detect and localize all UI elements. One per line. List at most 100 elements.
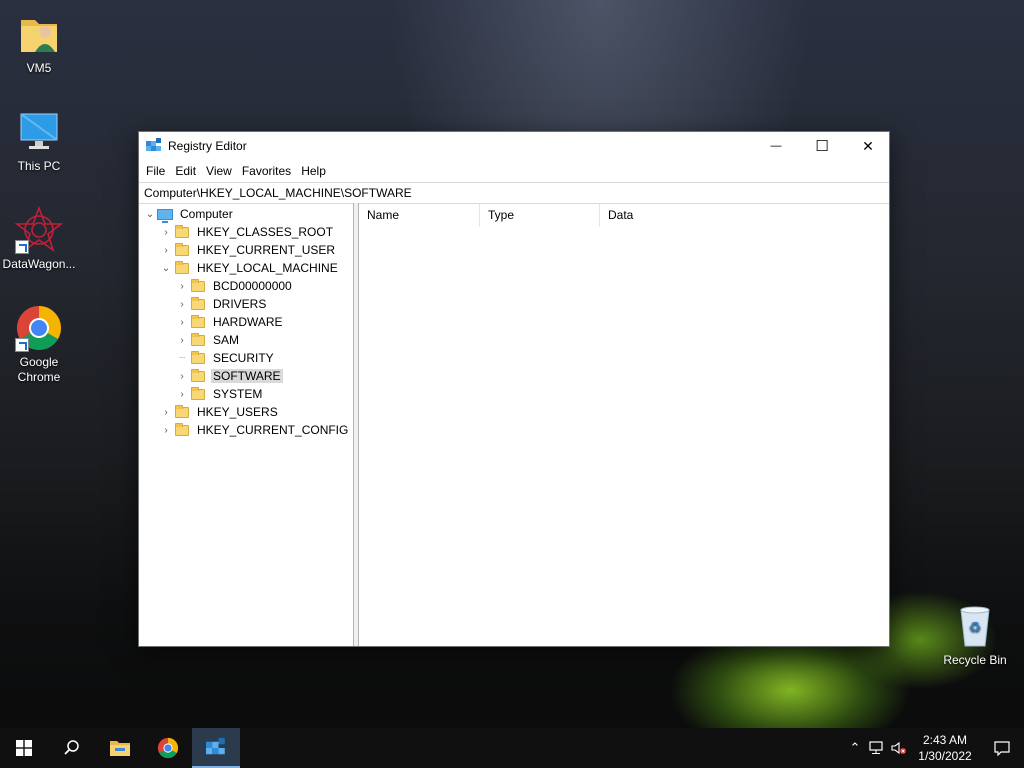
- column-header-type[interactable]: Type: [480, 203, 600, 227]
- minimize-icon: —: [770, 140, 782, 152]
- desktop-icon-datawagon[interactable]: DataWagon...: [0, 205, 78, 272]
- search-icon: [64, 740, 79, 755]
- tree-item-sam[interactable]: › SAM: [139, 331, 353, 349]
- close-icon: ✕: [862, 137, 874, 154]
- clock-time: 2:43 AM: [922, 733, 968, 747]
- maximize-button[interactable]: ☐: [799, 132, 845, 160]
- tree-connector-line: ┈: [178, 352, 186, 364]
- datawagon-logo-icon: [14, 205, 64, 254]
- registry-editor-icon: [146, 138, 162, 154]
- tree-item-label: HARDWARE: [213, 315, 283, 329]
- tree-item-system[interactable]: › SYSTEM: [139, 385, 353, 403]
- tree-item-drivers[interactable]: › DRIVERS: [139, 295, 353, 313]
- tree-item-label: SYSTEM: [213, 387, 263, 401]
- tree-item-hkey-current-config[interactable]: › HKEY_CURRENT_CONFIG: [139, 421, 353, 439]
- folder-icon: [191, 314, 205, 328]
- tree-item-label: HKEY_CLASSES_ROOT: [197, 225, 334, 239]
- user-folder-icon: [15, 10, 63, 58]
- taskbar-file-explorer[interactable]: [96, 728, 144, 768]
- shortcut-arrow-icon: [15, 338, 29, 352]
- folder-icon: [191, 278, 205, 292]
- start-button[interactable]: [0, 728, 48, 768]
- menu-bar: File Edit View Favorites Help: [139, 160, 889, 182]
- folder-icon: [175, 404, 189, 418]
- values-list[interactable]: Name Type Data: [358, 203, 889, 646]
- chevron-right-icon[interactable]: ›: [177, 313, 187, 331]
- chevron-right-icon[interactable]: ›: [177, 385, 187, 403]
- desktop-icon-recycle-bin[interactable]: ♻ Recycle Bin: [936, 602, 1014, 668]
- chrome-icon: [157, 737, 179, 759]
- folder-icon: [191, 332, 205, 346]
- svg-text:♻: ♻: [969, 619, 982, 635]
- file-explorer-icon: [110, 741, 130, 756]
- taskbar-chrome[interactable]: [144, 728, 192, 768]
- minimize-button[interactable]: —: [753, 132, 799, 160]
- folder-icon: [175, 224, 189, 238]
- tree-item-hkey-classes-root[interactable]: › HKEY_CLASSES_ROOT: [139, 223, 353, 241]
- chevron-right-icon[interactable]: ›: [161, 241, 171, 259]
- chevron-down-icon[interactable]: ⌄: [145, 205, 155, 223]
- chevron-right-icon[interactable]: ›: [161, 421, 171, 439]
- title-bar[interactable]: Registry Editor — ☐ ✕: [139, 132, 889, 160]
- chevron-right-icon[interactable]: ›: [161, 403, 171, 421]
- desktop-icon-label: Recycle Bin: [943, 653, 1007, 667]
- chevron-down-icon[interactable]: ⌄: [161, 259, 171, 277]
- computer-icon: [157, 208, 173, 223]
- volume-muted-icon[interactable]: [888, 741, 910, 755]
- window-title: Registry Editor: [168, 139, 247, 153]
- registry-editor-window[interactable]: Registry Editor — ☐ ✕ File Edit View Fav…: [138, 131, 890, 647]
- tree-item-label: SAM: [213, 333, 240, 347]
- chevron-up-icon[interactable]: ⌃: [844, 740, 866, 756]
- menu-view[interactable]: View: [201, 160, 237, 182]
- search-button[interactable]: [48, 728, 96, 768]
- chevron-right-icon[interactable]: ›: [177, 367, 187, 385]
- tree-item-label-selected: SOFTWARE: [211, 369, 283, 383]
- desktop-icon-label: This PC: [17, 159, 61, 173]
- windows-logo-icon: [16, 740, 32, 756]
- tree-item-software[interactable]: › SOFTWARE: [139, 367, 353, 385]
- folder-icon: [175, 422, 189, 436]
- folder-icon: [175, 242, 189, 256]
- tree-item-hkey-current-user[interactable]: › HKEY_CURRENT_USER: [139, 241, 353, 259]
- chrome-icon: [15, 304, 63, 352]
- tree-item-hardware[interactable]: › HARDWARE: [139, 313, 353, 331]
- content-panes: ⌄ Computer › HKEY_CLASSES_ROOT › HKEY_CU…: [139, 203, 889, 646]
- chevron-right-icon[interactable]: ›: [177, 295, 187, 313]
- menu-favorites[interactable]: Favorites: [237, 160, 296, 182]
- clock[interactable]: 2:43 AM 1/30/2022: [910, 732, 980, 764]
- folder-icon: [191, 368, 205, 382]
- menu-file[interactable]: File: [141, 160, 170, 182]
- taskbar: ⌃ 2:43 AM 1/30/2022: [0, 728, 1024, 768]
- recycle-bin-icon: ♻: [951, 602, 999, 650]
- tree-item-hkey-users[interactable]: › HKEY_USERS: [139, 403, 353, 421]
- chevron-right-icon[interactable]: ›: [177, 331, 187, 349]
- tree-item-hkey-local-machine[interactable]: ⌄ HKEY_LOCAL_MACHINE: [139, 259, 353, 277]
- close-button[interactable]: ✕: [845, 132, 891, 160]
- registry-tree[interactable]: ⌄ Computer › HKEY_CLASSES_ROOT › HKEY_CU…: [139, 203, 354, 646]
- desktop-icon-label: VM5: [26, 61, 52, 75]
- desktop-icon-google-chrome[interactable]: Google Chrome: [0, 304, 78, 385]
- desktop-icon-vm5[interactable]: VM5: [0, 10, 78, 76]
- column-headers: Name Type Data: [359, 203, 889, 227]
- menu-help[interactable]: Help: [296, 160, 331, 182]
- chevron-right-icon[interactable]: ›: [161, 223, 171, 241]
- tree-item-label: HKEY_CURRENT_USER: [197, 243, 336, 257]
- tree-item-label: HKEY_CURRENT_CONFIG: [197, 423, 349, 437]
- chevron-right-icon[interactable]: ›: [177, 277, 187, 295]
- clock-date: 1/30/2022: [918, 749, 972, 763]
- desktop-icon-this-pc[interactable]: This PC: [0, 108, 78, 174]
- column-header-data[interactable]: Data: [600, 203, 800, 227]
- tree-item-label: Computer: [180, 207, 233, 221]
- notification-icon[interactable]: [980, 740, 1024, 756]
- menu-edit[interactable]: Edit: [170, 160, 201, 182]
- address-bar[interactable]: Computer\HKEY_LOCAL_MACHINE\SOFTWARE: [139, 182, 889, 204]
- taskbar-registry-editor[interactable]: [192, 728, 240, 768]
- folder-icon: [191, 350, 205, 364]
- folder-icon: [191, 296, 205, 310]
- tree-item-computer[interactable]: ⌄ Computer: [139, 205, 353, 223]
- network-icon[interactable]: [866, 741, 888, 755]
- column-header-name[interactable]: Name: [359, 203, 480, 227]
- tree-item-security[interactable]: ┈ SECURITY: [139, 349, 353, 367]
- tree-item-bcd00000000[interactable]: › BCD00000000: [139, 277, 353, 295]
- desktop-icon-label: DataWagon...: [2, 257, 76, 271]
